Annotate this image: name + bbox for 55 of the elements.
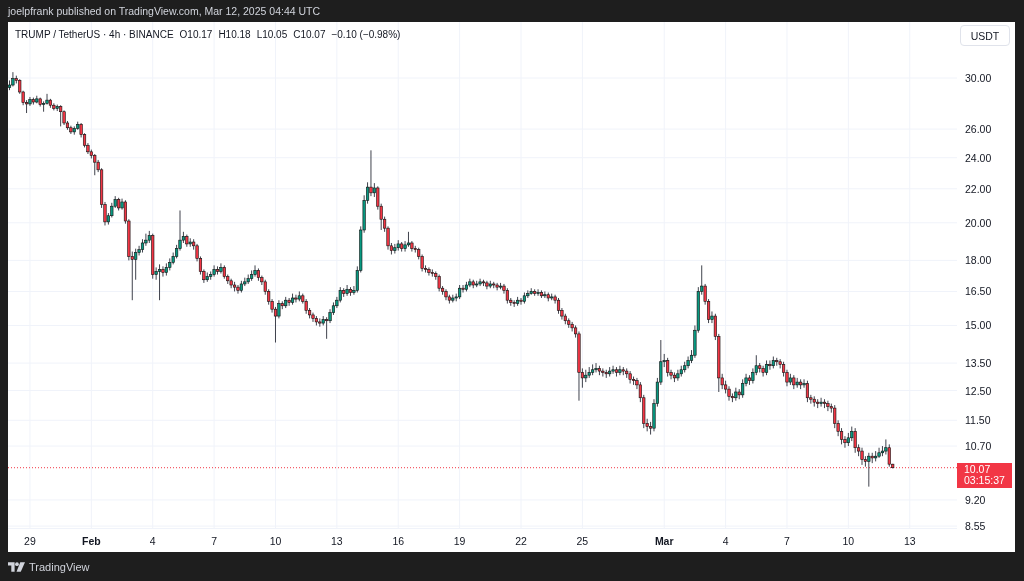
time-axis-label: 16 — [392, 534, 405, 548]
time-axis-label: 7 — [784, 534, 790, 548]
time-axis-label: 19 — [453, 534, 466, 548]
time-axis-label: 4 — [149, 534, 156, 548]
time-axis-label: 22 — [515, 534, 527, 548]
price-axis-label: 9.20 — [965, 492, 986, 507]
candlestick — [594, 362, 598, 373]
candlestick — [741, 378, 745, 399]
logo-icon — [8, 561, 25, 572]
candlestick — [311, 312, 315, 323]
candlestick — [887, 443, 891, 468]
ohlc-value: L10.05 — [256, 29, 288, 40]
time-axis-label: 25 — [576, 534, 589, 548]
price-axis-label: 18.00 — [965, 253, 992, 268]
last-price-value: 10.07 — [964, 463, 992, 476]
time-axis-label: Feb — [82, 534, 101, 548]
price-axis-label: 26.00 — [965, 122, 992, 137]
publish-info: joelpfrank published on TradingView.com, Mar 12, 2025 04:44 UTC — [8, 5, 321, 17]
time-axis-label: 10 — [842, 534, 855, 548]
price-axis-label: 11.50 — [965, 413, 991, 428]
candlestick — [761, 365, 765, 377]
time-axis-label: 7 — [211, 534, 217, 548]
candlestick — [294, 294, 298, 303]
price-axis-label: 20.00 — [965, 215, 992, 230]
ohlc-value: C10.07 — [293, 29, 326, 40]
price-axis-label: 22.00 — [965, 181, 992, 196]
price-axis-label: 8.55 — [965, 519, 986, 534]
candlestick — [253, 264, 257, 278]
time-axis-label: 10 — [269, 534, 282, 548]
candlestick — [325, 316, 329, 340]
time-axis-label: 29 — [24, 534, 36, 548]
candlestick — [666, 357, 670, 377]
time-axis-label: Mar — [654, 534, 674, 548]
candlestick — [158, 263, 162, 301]
ohlc-value: O10.17 — [179, 29, 213, 40]
currency-button[interactable]: USDT — [960, 25, 1010, 46]
candlestick — [430, 268, 434, 278]
price-axis-label: 15.00 — [965, 318, 992, 333]
candlestick — [805, 380, 809, 403]
symbol-title: TRUMP / TetherUS · 4h · BINANCE — [15, 29, 174, 40]
candlestick — [768, 359, 772, 371]
price-axis-label: 12.50 — [965, 383, 992, 398]
candlestick — [236, 284, 240, 295]
brand-name: TradingView — [29, 560, 90, 573]
countdown-timer: 03:15:37 — [964, 475, 1006, 487]
time-axis-label: 13 — [903, 534, 916, 548]
price-axis-label: 10.70 — [965, 439, 992, 454]
time-axis-label: 4 — [722, 534, 729, 548]
time-axis-label: 13 — [331, 534, 343, 548]
ohlc-value: H10.18 — [218, 29, 251, 40]
price-axis-label: 16.50 — [965, 284, 992, 299]
price-axis-label: 30.00 — [965, 71, 992, 86]
price-axis-label: 13.50 — [965, 356, 992, 371]
price-change: −0.10 (−0.98%) — [331, 29, 401, 40]
price-axis-label: 24.00 — [965, 150, 992, 165]
